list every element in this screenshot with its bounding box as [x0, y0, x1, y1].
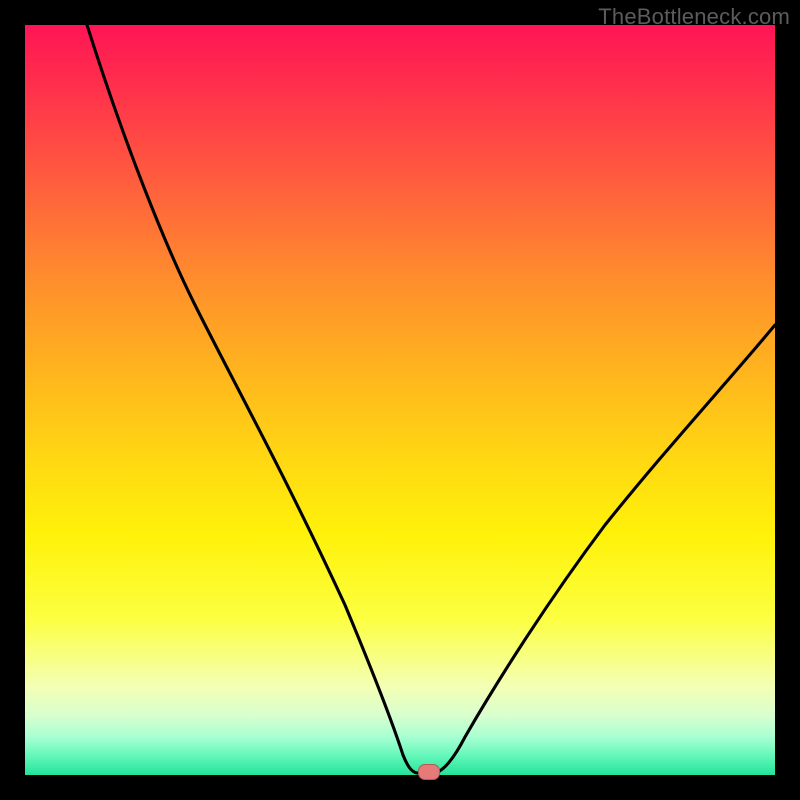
watermark-text: TheBottleneck.com: [598, 4, 790, 30]
optimum-marker: [418, 764, 440, 780]
chart-frame: TheBottleneck.com: [0, 0, 800, 800]
plot-area: [25, 25, 775, 775]
curve-svg: [25, 25, 775, 775]
bottleneck-curve: [87, 25, 775, 773]
